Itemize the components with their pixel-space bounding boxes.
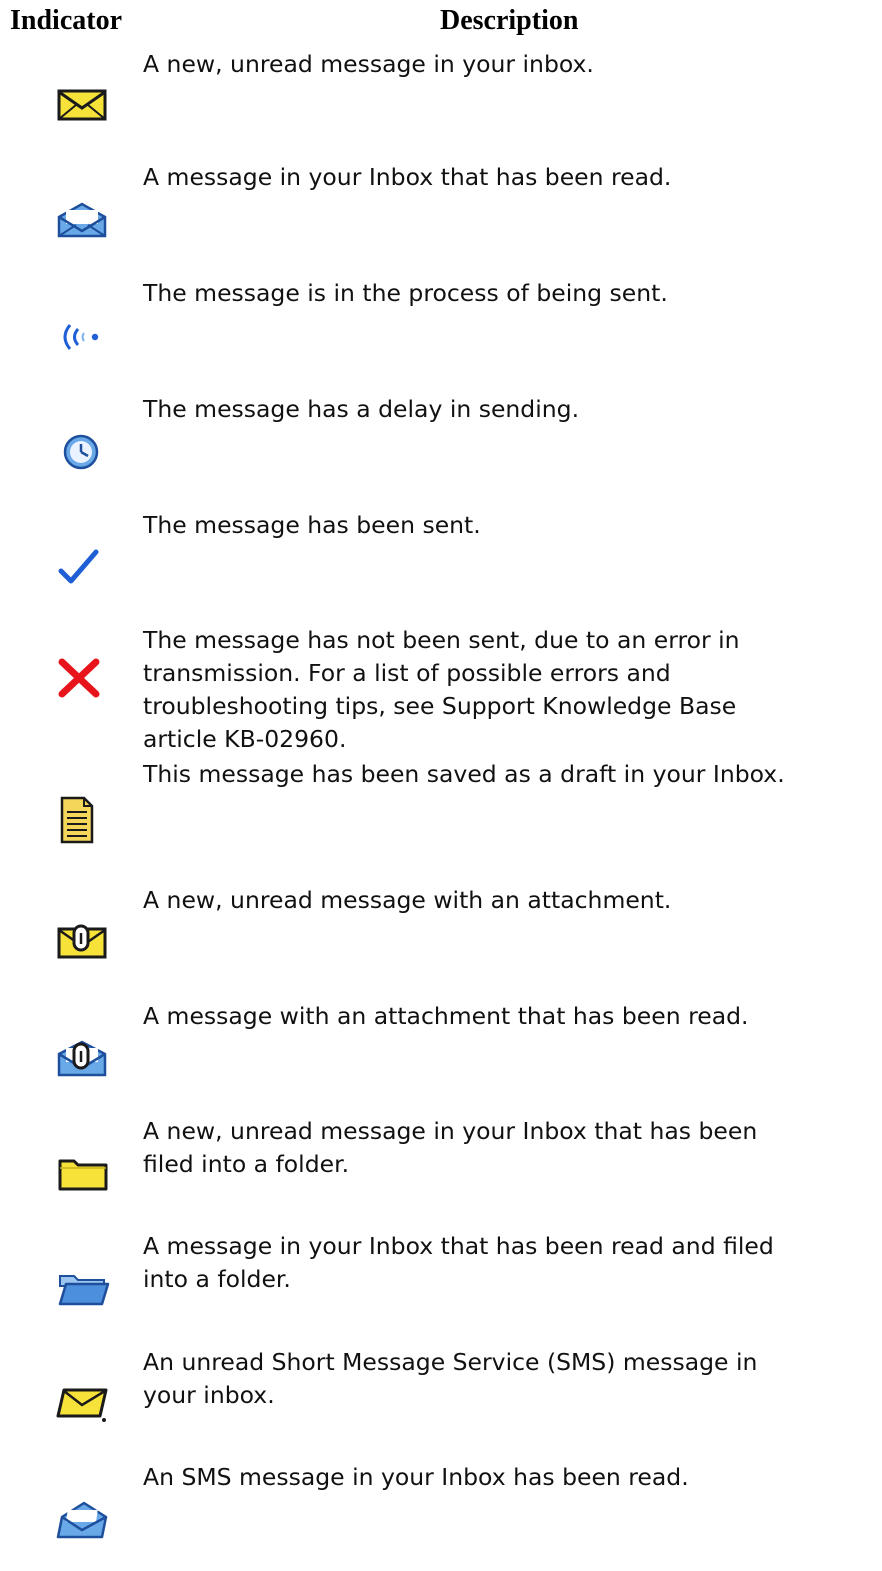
row-description: An unread Short Message Service (SMS) me… [143, 1346, 873, 1412]
description-line: The message has not been sent, due to an… [143, 626, 740, 654]
checkmark-icon [56, 549, 110, 589]
description-line: This message has been saved as a draft i… [143, 760, 785, 788]
draft-document-icon [56, 796, 110, 844]
clock-icon [56, 431, 110, 471]
row-description: A message in your Inbox that has been re… [143, 161, 873, 194]
row-description: The message is in the process of being s… [143, 277, 873, 310]
row-description: The message has been sent. [143, 509, 873, 542]
description-line: into a folder. [143, 1265, 291, 1293]
sms-read-icon [56, 1501, 110, 1541]
description-line: A message in your Inbox that has been re… [143, 1232, 774, 1260]
description-line: The message has been sent. [143, 511, 481, 539]
description-line: filed into a folder. [143, 1150, 350, 1178]
row-description: A message in your Inbox that has been re… [143, 1230, 873, 1296]
description-line: A message in your Inbox that has been re… [143, 163, 672, 191]
row-description: The message has a delay in sending. [143, 393, 873, 426]
row-description: A message with an attachment that has be… [143, 1000, 873, 1033]
description-line: An SMS message in your Inbox has been re… [143, 1463, 689, 1491]
row-description: This message has been saved as a draft i… [143, 758, 873, 791]
row-description: An SMS message in your Inbox has been re… [143, 1461, 873, 1494]
description-column-header: Description [440, 5, 579, 36]
envelope-unread-icon [56, 86, 110, 126]
description-line: The message has a delay in sending. [143, 395, 580, 423]
row-description: A new, unread message in your inbox. [143, 48, 873, 81]
indicator-column-header: Indicator [10, 5, 122, 36]
description-line: An unread Short Message Service (SMS) me… [143, 1348, 758, 1376]
description-line: troubleshooting tips, see Support Knowle… [143, 692, 737, 720]
envelope-unread-attachment-icon [56, 924, 110, 964]
row-description: A new, unread message with an attachment… [143, 884, 873, 917]
description-line: A new, unread message with an attachment… [143, 886, 672, 914]
description-line: A message with an attachment that has be… [143, 1002, 749, 1030]
row-description: A new, unread message in your Inbox that… [143, 1115, 873, 1181]
folder-read-icon [56, 1268, 110, 1308]
row-description: The message has not been sent, due to an… [143, 624, 873, 756]
folder-unread-icon [56, 1153, 110, 1193]
envelope-read-attachment-icon [56, 1040, 110, 1080]
description-line: your inbox. [143, 1381, 275, 1409]
sending-signal-icon [56, 317, 110, 357]
description-line: transmission. For a list of possible err… [143, 659, 671, 687]
red-x-icon [56, 658, 110, 698]
description-line: A new, unread message in your inbox. [143, 50, 594, 78]
description-line: article KB-02960. [143, 725, 347, 753]
description-line: The message is in the process of being s… [143, 279, 668, 307]
table-header: Indicator Description [0, 4, 882, 38]
envelope-read-icon [56, 201, 110, 241]
sms-unread-icon [56, 1384, 110, 1424]
description-line: A new, unread message in your Inbox that… [143, 1117, 758, 1145]
